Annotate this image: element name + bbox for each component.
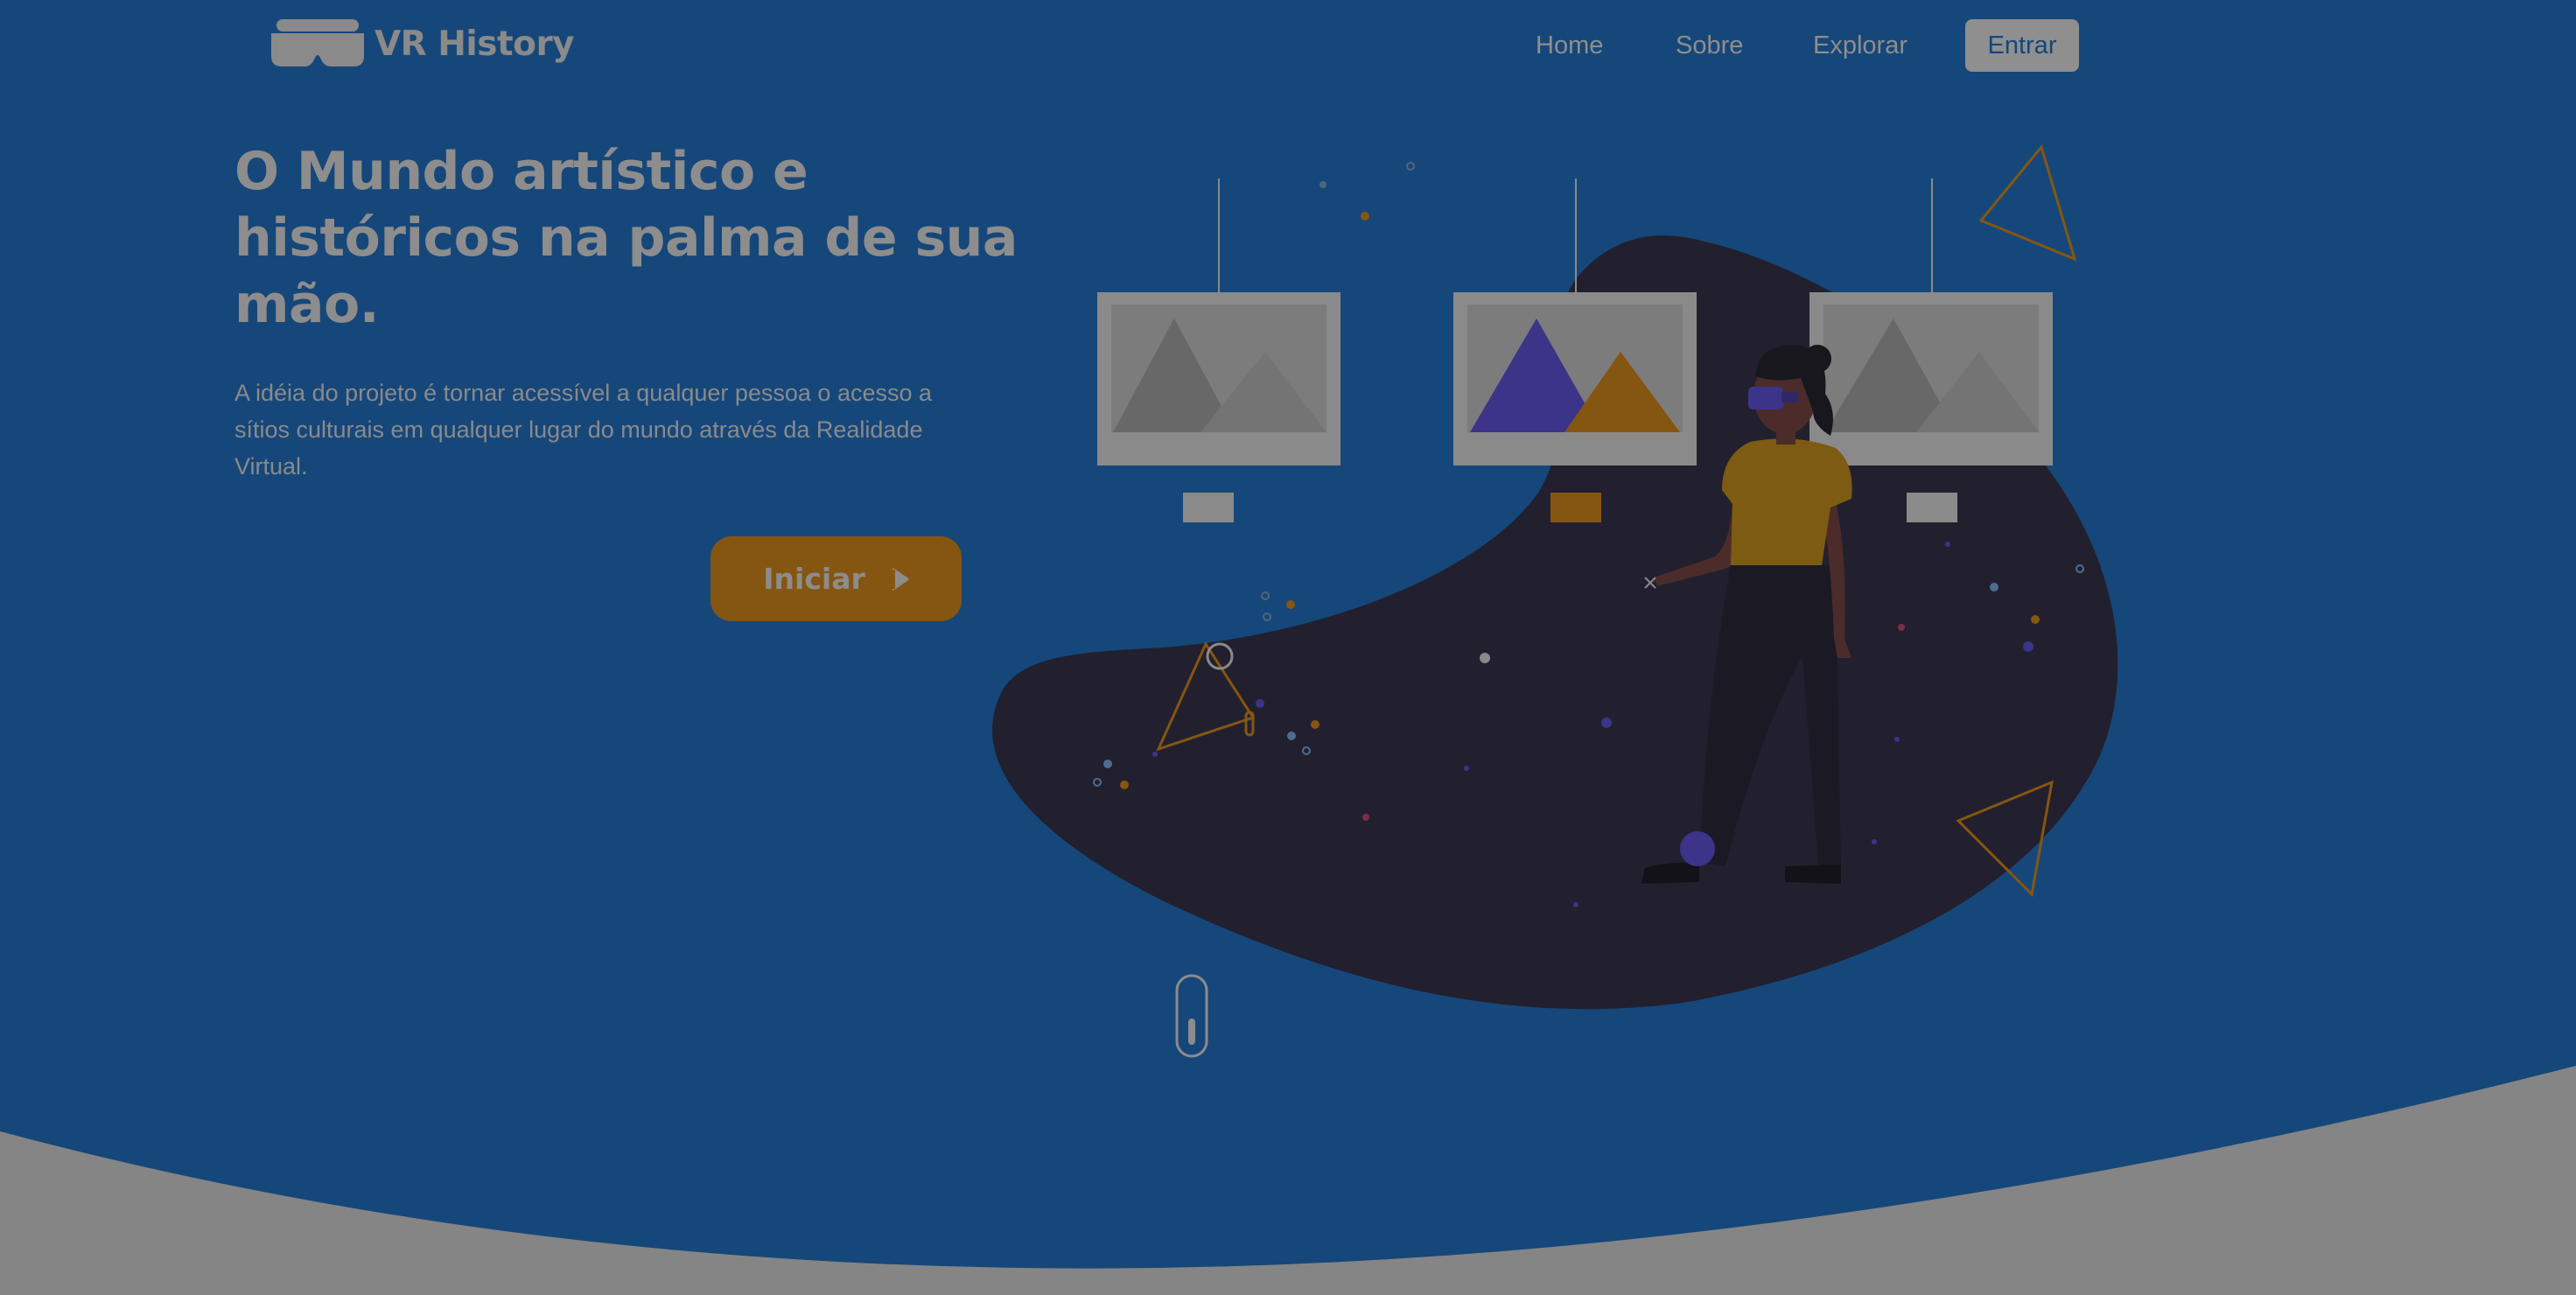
- mouse-scroll-icon[interactable]: [1174, 973, 1209, 1059]
- triangle-outline: [1978, 144, 2077, 262]
- vr-museum-illustration: [992, 144, 2118, 1010]
- painting-left: [1097, 292, 1340, 522]
- landing-page: VR History Home Sobre Explorar Entrar O …: [0, 0, 2576, 1295]
